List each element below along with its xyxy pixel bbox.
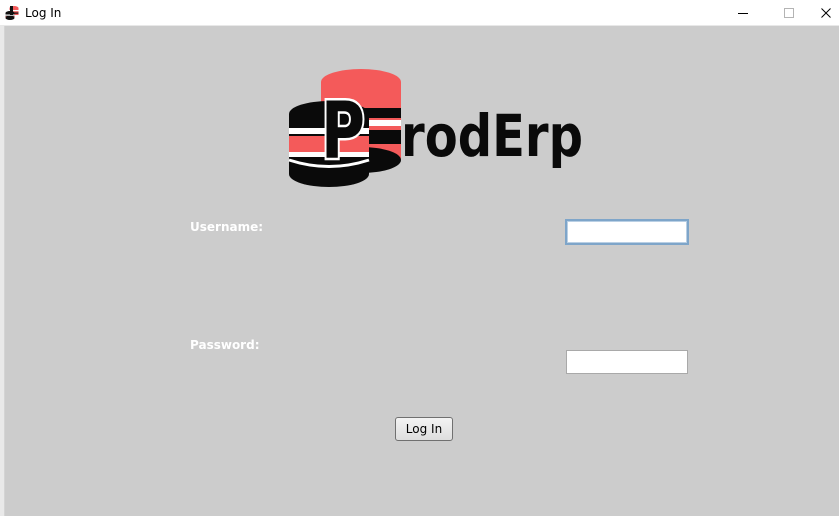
- close-button[interactable]: [812, 0, 839, 26]
- username-input[interactable]: [565, 219, 689, 245]
- log-in-button[interactable]: Log In: [395, 417, 453, 441]
- window-title: Log In: [25, 6, 62, 20]
- proderp-logo-icon: [5, 6, 19, 20]
- password-label: Password:: [190, 338, 260, 352]
- maximize-button[interactable]: [766, 0, 812, 26]
- title-bar[interactable]: Log In: [0, 0, 839, 26]
- close-icon: [820, 8, 831, 18]
- proderp-logo: P rodErp: [288, 69, 583, 187]
- logo-letter-p: P: [321, 87, 365, 177]
- username-label: Username:: [190, 220, 264, 234]
- minimize-button[interactable]: [720, 0, 766, 26]
- window-left-edge: [0, 26, 5, 516]
- minimize-icon: [738, 13, 748, 14]
- maximize-icon: [784, 8, 794, 18]
- login-window: Log In P rodErp Username: Password: Log …: [0, 0, 839, 516]
- password-input[interactable]: [566, 350, 688, 374]
- logo-wordmark: rodErp: [401, 102, 583, 170]
